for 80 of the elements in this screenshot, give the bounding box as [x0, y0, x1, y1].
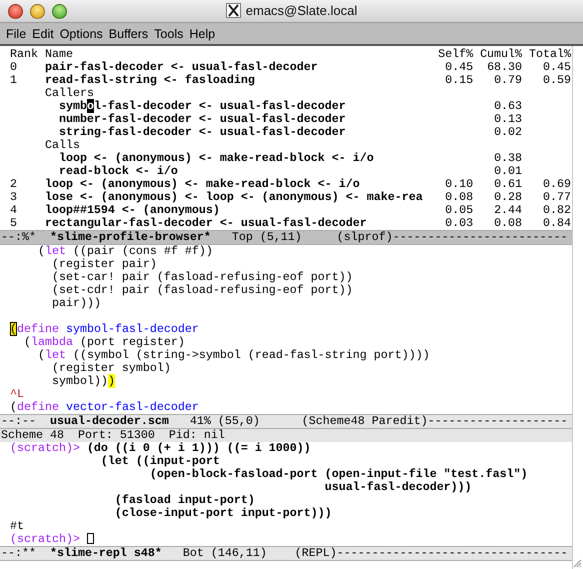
column-header: Self% — [438, 48, 474, 61]
close-button[interactable] — [8, 4, 23, 18]
repl-prompt: (scratch)> — [10, 532, 80, 546]
code-line: (close-input-port input-port))) — [114, 506, 332, 520]
code-line: (let ((input-port — [100, 454, 220, 468]
total-cell: 0.59 — [543, 74, 571, 87]
output-text: #t — [10, 519, 24, 533]
code-line: (fasload input-port) — [114, 493, 255, 507]
code-line: ^L — [10, 388, 25, 401]
code-line: pair))) — [50, 297, 102, 310]
code-line: symbol))) — [50, 375, 116, 388]
section-label: Calls — [44, 139, 80, 152]
function-name[interactable]: loop##1594 <- (anonymous) — [44, 204, 220, 217]
column-header: Total% — [529, 48, 571, 61]
function-name[interactable]: loop <- (anonymous) <- make-read-block <- i/o — [44, 178, 360, 191]
self-cell: 0.08 — [445, 191, 474, 204]
function-name[interactable]: lose <- (anonymous) <- loop <- (anonymous) <- make-rea — [44, 191, 423, 204]
cumul-cell: 0.08 — [494, 217, 522, 230]
self-cell: 0.03 — [445, 217, 474, 230]
column-header: Rank — [10, 48, 38, 61]
menu-item[interactable]: Options — [56, 26, 106, 40]
cumul-cell: 0.79 — [494, 74, 522, 87]
zoom-button[interactable] — [52, 4, 67, 18]
code-line: (define vector-fasl-decoder — [10, 401, 200, 414]
code-line: usual-fasl-decoder))) — [324, 480, 472, 494]
code-line: (let ((pair (cons #f #f)) — [36, 245, 214, 258]
resize-grip-icon[interactable] — [572, 558, 582, 568]
cumul-cell: 68.30 — [487, 61, 522, 74]
rank-cell: 1 — [10, 74, 17, 87]
cumul-cell: 2.44 — [494, 204, 522, 217]
total-cell: 0.45 — [543, 61, 571, 74]
self-cell: 0.05 — [445, 204, 474, 217]
self-cell: 0.15 — [445, 74, 474, 87]
code-line: (lambda (port register) — [22, 336, 186, 349]
code-line: (set-car! pair (fasload-refusing-eof port)) — [50, 271, 354, 284]
function-name[interactable]: rectangular-fasl-decoder <- usual-fasl-decoder — [44, 217, 367, 230]
minimize-button[interactable] — [30, 4, 45, 18]
rank-cell: 2 — [10, 178, 17, 191]
menu-item[interactable]: Edit — [29, 26, 57, 40]
cumul-cell: 0.61 — [494, 178, 522, 191]
function-name[interactable]: pair-fasl-decoder <- usual-fasl-decoder — [44, 61, 318, 74]
code-line: (register pair) — [50, 258, 158, 271]
cumul-cell: 0.02 — [494, 126, 522, 139]
x-window-icon — [226, 3, 241, 18]
rank-cell: 3 — [10, 191, 17, 204]
code-line: (set-cdr! pair (fasload-refusing-eof port)) — [50, 284, 354, 297]
rank-cell: 4 — [10, 204, 17, 217]
code-line: (let ((symbol (string->symbol (read-fasl-string port)))) — [36, 349, 431, 362]
column-header: Cumul% — [480, 48, 522, 61]
section-label: Callers — [44, 87, 94, 100]
repl-prompt: (scratch)> — [10, 441, 80, 455]
menu-item[interactable]: Tools — [151, 26, 186, 40]
cumul-cell: 0.01 — [494, 165, 522, 178]
cumul-cell: 0.13 — [494, 113, 522, 126]
menu-item[interactable]: Help — [186, 26, 218, 40]
code-line: (open-block-fasload-port (open-input-file "test.fasl") — [148, 467, 528, 481]
rank-cell: 0 — [10, 61, 17, 74]
self-cell: 0.45 — [445, 61, 474, 74]
function-name[interactable]: symbol-fasl-decoder <- usual-fasl-decoder — [58, 100, 346, 113]
cumul-cell: 0.63 — [494, 100, 522, 113]
cumul-cell: 0.38 — [494, 152, 522, 165]
function-name[interactable]: number-fasl-decoder <- usual-fasl-decoder — [58, 113, 346, 126]
total-cell: 0.82 — [543, 204, 571, 217]
total-cell: 0.69 — [543, 178, 571, 191]
menu-item[interactable]: Buffers — [106, 26, 152, 40]
self-cell: 0.10 — [445, 178, 474, 191]
cumul-cell: 0.28 — [494, 191, 522, 204]
code-line: (do ((i 0 (+ i 1))) ((= i 1000)) — [86, 441, 311, 455]
menu-item[interactable]: File — [3, 26, 30, 40]
rank-cell: 5 — [10, 217, 17, 230]
total-cell: 0.84 — [543, 217, 571, 230]
function-name[interactable]: read-fasl-string <- fasloading — [44, 74, 255, 87]
code-line: (define symbol-fasl-decoder — [10, 323, 200, 336]
window-title: emacs@Slate.local — [246, 3, 358, 18]
total-cell: 0.77 — [543, 191, 571, 204]
function-name[interactable]: loop <- (anonymous) <- make-read-block <- i/o — [58, 152, 374, 165]
code-line: (register symbol) — [50, 362, 172, 375]
function-name[interactable]: string-fasl-decoder <- usual-fasl-decoder — [58, 126, 346, 139]
function-name[interactable]: read-block <- i/o — [58, 165, 178, 178]
column-header: Name — [44, 48, 73, 61]
